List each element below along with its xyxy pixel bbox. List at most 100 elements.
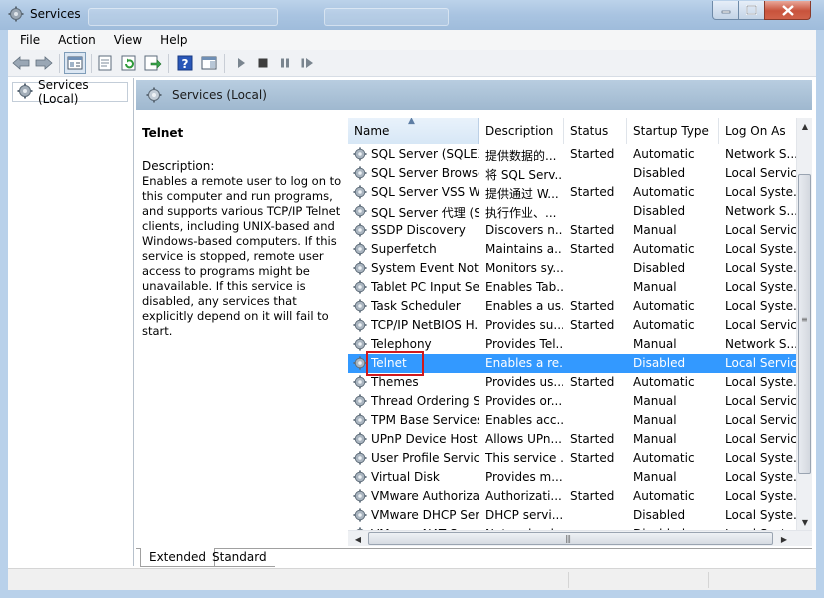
service-startup-type-cell: Manual xyxy=(633,280,677,294)
window-title: Services xyxy=(30,7,81,21)
service-description-cell: Provides or... xyxy=(485,394,563,408)
table-row[interactable]: TPM Base Services Enables acc... Manual Loc… xyxy=(348,411,796,430)
service-description-cell: 执行作业、... xyxy=(485,206,557,220)
show-hide-action-pane-icon[interactable] xyxy=(200,54,218,72)
service-status-cell: Started xyxy=(570,242,615,256)
service-startup-type-cell: Manual xyxy=(633,470,677,484)
menu-help[interactable]: Help xyxy=(148,33,193,47)
scroll-right-icon[interactable]: ▶ xyxy=(776,531,792,547)
service-description-cell: Enables a us... xyxy=(485,299,563,313)
service-gear-icon xyxy=(353,166,367,183)
service-gear-icon xyxy=(353,223,367,240)
services-app-icon xyxy=(8,6,24,22)
table-row[interactable]: Task Scheduler Enables a us... Started Auto… xyxy=(348,297,796,316)
service-name-cell: Tablet PC Input Se... xyxy=(371,280,479,294)
service-gear-icon xyxy=(353,375,367,392)
console-tree-icon[interactable] xyxy=(64,52,86,74)
title-bar[interactable]: Services xyxy=(0,0,824,30)
table-row[interactable]: SQL Server (SQLEX... 提供数据的... Started Autom… xyxy=(348,145,796,164)
close-button[interactable] xyxy=(764,1,811,20)
service-gear-icon xyxy=(353,299,367,316)
service-logon-cell: Local Syste... xyxy=(725,299,796,313)
services-list: ▲ Name Description Status Startup Type L… xyxy=(348,118,796,530)
service-logon-cell: Local Service xyxy=(725,413,796,427)
refresh-icon[interactable] xyxy=(120,54,138,72)
table-row[interactable]: TCP/IP NetBIOS H... Provides su... Started… xyxy=(348,316,796,335)
service-startup-type-cell: Automatic xyxy=(633,318,695,332)
column-header-startup-type[interactable]: Startup Type xyxy=(627,118,719,144)
service-logon-cell: Local Service xyxy=(725,356,796,370)
description-label: Description: xyxy=(142,159,215,173)
table-row[interactable]: Virtual Disk Provides m... Manual Local Sys… xyxy=(348,468,796,487)
table-row[interactable]: Telnet Enables a re... Disabled Local Servi… xyxy=(348,354,796,373)
pause-icon[interactable] xyxy=(276,54,294,72)
menu-file[interactable]: File xyxy=(8,33,46,47)
table-row[interactable]: SSDP Discovery Discovers n... Started Manua… xyxy=(348,221,796,240)
table-row[interactable]: User Profile Service This service ... Star… xyxy=(348,449,796,468)
table-row[interactable]: VMware Authoriza... Authorizati... Started… xyxy=(348,487,796,506)
window-frame-left xyxy=(0,30,8,598)
service-gear-icon xyxy=(353,470,367,487)
service-description-cell: 将 SQL Serv... xyxy=(485,168,563,182)
description-text: Enables a remote user to log on to this … xyxy=(142,174,342,338)
table-row[interactable]: SQL Server VSS Wr... 提供通过 W... Started Auto… xyxy=(348,183,796,202)
menu-view[interactable]: View xyxy=(102,33,148,47)
back-arrow-icon[interactable] xyxy=(12,54,30,72)
column-header-name[interactable]: ▲ Name xyxy=(348,118,479,144)
table-row[interactable]: SQL Server Browser 将 SQL Serv... Disabled L… xyxy=(348,164,796,183)
services-panel-header: Services (Local) xyxy=(136,80,812,110)
column-header-description[interactable]: Description xyxy=(479,118,564,144)
column-header-log-on-as[interactable]: Log On As xyxy=(719,118,796,144)
service-gear-icon xyxy=(353,318,367,335)
help-icon[interactable]: ? xyxy=(176,54,194,72)
play-icon[interactable] xyxy=(232,54,250,72)
status-bar xyxy=(8,568,816,590)
service-gear-icon xyxy=(353,147,367,164)
table-row[interactable]: VMware DHCP Ser... DHCP servi... Disabled L… xyxy=(348,506,796,525)
vertical-scroll-thumb[interactable]: ≡ xyxy=(798,174,811,474)
service-status-cell: Started xyxy=(570,318,615,332)
panel-title: Services (Local) xyxy=(172,88,267,102)
table-row[interactable]: UPnP Device Host Allows UPn... Started Manu… xyxy=(348,430,796,449)
service-startup-type-cell: Automatic xyxy=(633,185,695,199)
table-row[interactable]: Tablet PC Input Se... Enables Tab... Manua… xyxy=(348,278,796,297)
service-description-cell: Provides su... xyxy=(485,318,563,332)
forward-arrow-icon[interactable] xyxy=(35,54,53,72)
scroll-left-icon[interactable]: ◀ xyxy=(350,531,366,547)
service-logon-cell: Local Syste... xyxy=(725,261,796,275)
service-startup-type-cell: Disabled xyxy=(633,204,686,218)
table-row[interactable]: SQL Server 代理 (S... 执行作业、... Disabled Netwo… xyxy=(348,202,796,221)
table-row[interactable]: Telephony Provides Tel... Manual Network S.… xyxy=(348,335,796,354)
horizontal-scroll-thumb[interactable]: ||| xyxy=(368,532,773,545)
service-gear-icon xyxy=(353,356,367,373)
service-startup-type-cell: Manual xyxy=(633,413,677,427)
table-row[interactable]: Superfetch Maintains a... Started Automatic… xyxy=(348,240,796,259)
service-status-cell: Started xyxy=(570,223,615,237)
table-row[interactable]: Thread Ordering S... Provides or... Manual… xyxy=(348,392,796,411)
service-description-cell: Enables a re... xyxy=(485,356,563,370)
scroll-up-icon[interactable]: ▲ xyxy=(797,118,813,134)
service-logon-cell: Local Service xyxy=(725,432,796,446)
service-startup-type-cell: Disabled xyxy=(633,261,686,275)
service-logon-cell: Network S... xyxy=(725,337,796,351)
tree-item-services-local[interactable]: Services (Local) xyxy=(12,78,128,106)
minimize-button[interactable] xyxy=(712,1,739,20)
service-gear-icon xyxy=(353,432,367,449)
table-row[interactable]: System Event Noti... Monitors sy... Disabl… xyxy=(348,259,796,278)
service-startup-type-cell: Automatic xyxy=(633,147,695,161)
stop-icon[interactable] xyxy=(254,54,272,72)
scroll-grip-icon: ||| xyxy=(565,534,571,543)
service-name-cell: Telnet xyxy=(371,356,407,370)
menu-action[interactable]: Action xyxy=(46,33,102,47)
service-description-cell: 提供数据的... xyxy=(485,149,557,163)
column-header-status[interactable]: Status xyxy=(564,118,627,144)
properties-icon[interactable] xyxy=(96,54,114,72)
scroll-down-icon[interactable]: ▼ xyxy=(797,514,813,530)
tab-standard[interactable]: Standard xyxy=(204,548,275,567)
table-row[interactable]: Themes Provides us... Started Automatic Loca… xyxy=(348,373,796,392)
horizontal-scrollbar[interactable]: ◀ ||| ▶ xyxy=(348,530,812,546)
restart-icon[interactable] xyxy=(298,54,316,72)
export-list-icon[interactable] xyxy=(144,54,162,72)
vertical-scrollbar[interactable]: ▲ ≡ ▼ xyxy=(796,118,812,530)
maximize-button[interactable] xyxy=(738,1,765,20)
